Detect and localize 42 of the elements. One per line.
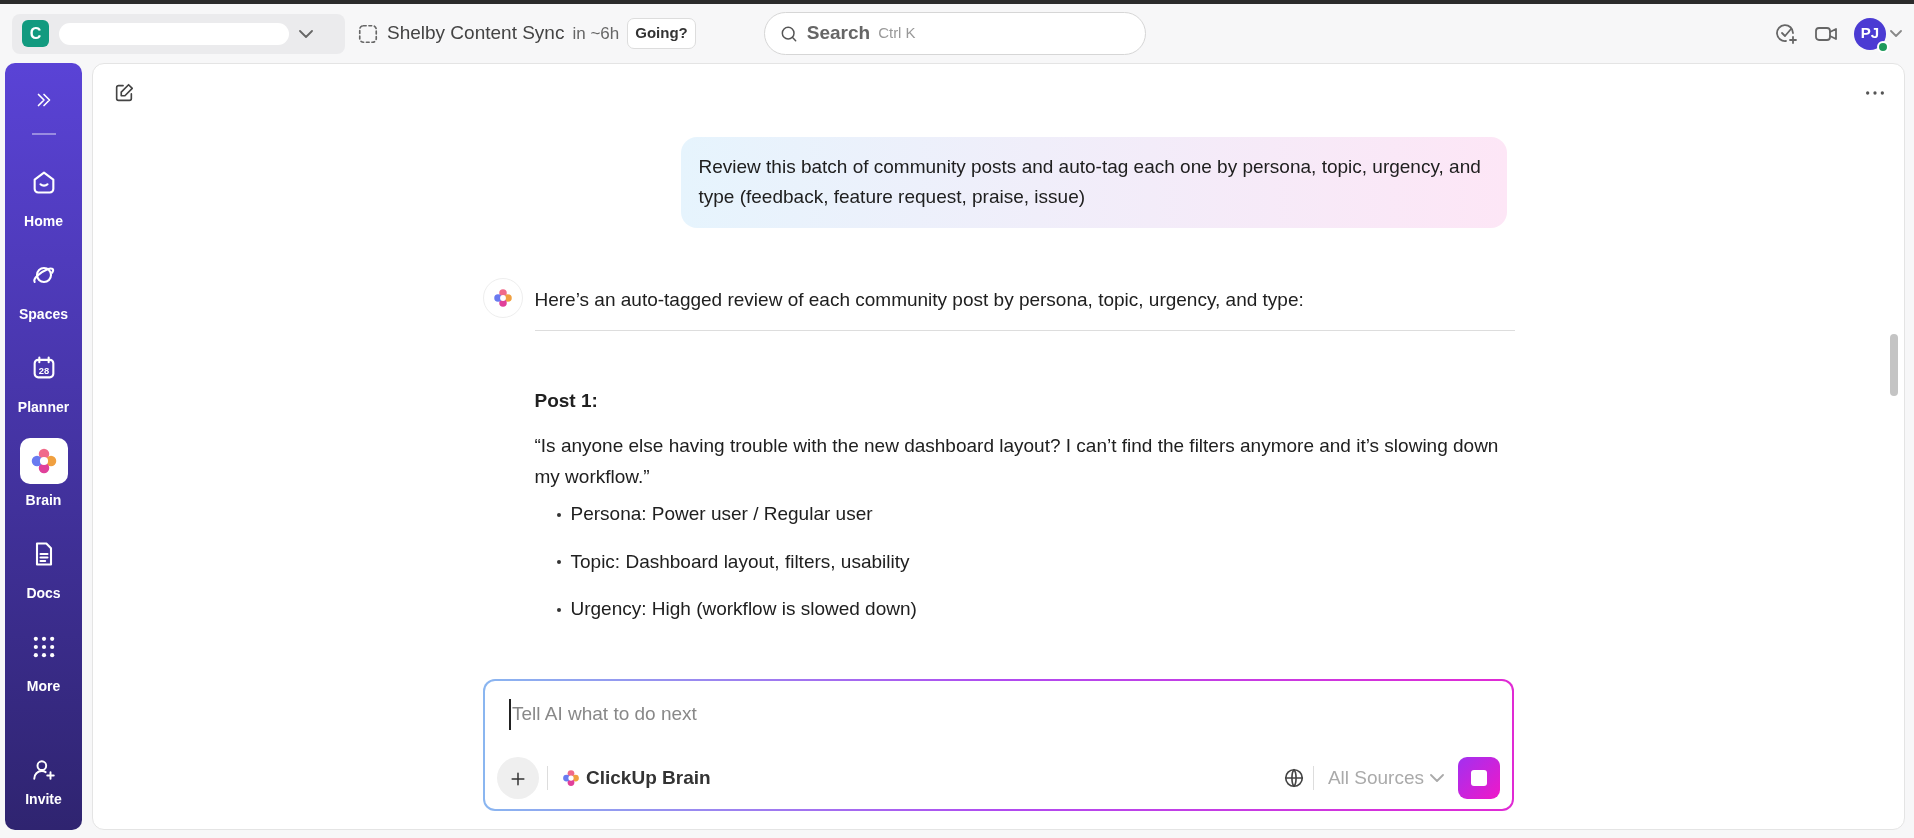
reply-intro: Here’s an auto-tagged review of each community post by persona, topic, urgency, and type:: [534, 277, 1515, 332]
stop-button[interactable]: [1458, 757, 1500, 799]
flower-logo-icon: [492, 287, 513, 308]
search-field[interactable]: Search Ctrl K: [763, 12, 1146, 55]
dashed-square-icon: [357, 22, 379, 45]
sidebar-item[interactable]: Spaces: [5, 242, 82, 335]
sidebar-item[interactable]: More: [5, 614, 82, 707]
add-button[interactable]: [497, 757, 539, 799]
search-placeholder: Search: [806, 21, 871, 46]
event-title[interactable]: Shelby Content Sync: [387, 19, 565, 48]
agent-selector[interactable]: ClickUp Brain: [556, 762, 717, 794]
brain-icon: [29, 447, 58, 475]
stop-icon: [1471, 770, 1487, 786]
sidebar-item[interactable]: 28 Planner: [5, 335, 82, 428]
sidebar-item[interactable]: Docs: [5, 521, 82, 614]
edit-icon[interactable]: [113, 82, 135, 104]
user-avatar[interactable]: PJ: [1854, 17, 1886, 50]
sidebar-item[interactable]: Brain: [5, 428, 82, 521]
scrollbar-thumb[interactable]: [1890, 334, 1898, 396]
flower-logo-icon: [562, 769, 580, 787]
sidebar-item[interactable]: Home: [5, 149, 82, 242]
event-time: in ~6h: [572, 22, 620, 45]
post-heading: Post 1:: [534, 389, 599, 414]
tag-line: Urgency: High (workflow is slowed down): [570, 597, 917, 622]
caret-icon: [299, 29, 313, 38]
user-message: Review this batch of community posts and auto-tag each one by persona, topic, urgency, and type (feedback, feature request, praise, issue): [680, 137, 1507, 228]
check-plus-icon[interactable]: [1774, 21, 1798, 46]
tag-line: Topic: Dashboard layout, filters, usability: [570, 549, 910, 574]
tag-line: Persona: Power user / Regular user: [570, 502, 873, 527]
caret-icon[interactable]: [1890, 30, 1902, 37]
person-plus-icon: [30, 757, 57, 783]
bullet-dot: [556, 560, 561, 565]
bullet-dot: [556, 607, 561, 612]
caret-icon: [1430, 774, 1444, 782]
shortcut-hint: Ctrl K: [878, 23, 916, 44]
globe-icon[interactable]: [1282, 767, 1305, 789]
workspace-switcher[interactable]: C: [12, 13, 345, 54]
going-button[interactable]: Going?: [627, 18, 696, 49]
bullet-dot: [556, 512, 561, 517]
post-quote: “Is anyone else having trouble with the new dashboard layout? I can’t find the filters anymore and it’s slowing down my workflow.”: [534, 433, 1500, 490]
workspace-avatar: C: [22, 20, 49, 47]
invite-button[interactable]: Invite: [5, 747, 82, 820]
